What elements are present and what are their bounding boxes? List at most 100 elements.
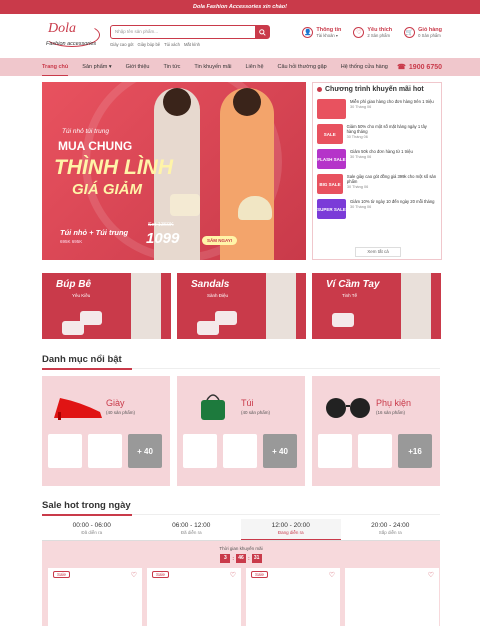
heels-icon — [54, 398, 102, 420]
promo-item[interactable]: FLASH SALE Giảm 50k cho đơn hàng từ 1 tri… — [317, 149, 437, 169]
logo-tagline: Fashion accessories — [46, 41, 97, 47]
category-sub: Sành Điệu — [207, 293, 229, 298]
featured-category-accessories[interactable]: Phụ kiện (16 sản phẩm) +16 — [312, 376, 440, 486]
timer-seconds: 31 — [251, 554, 262, 563]
heart-icon[interactable]: ♡ — [329, 571, 335, 579]
category-sub: Tinh Tế — [342, 293, 358, 298]
search-input[interactable]: Nhập tên sản phẩm... — [110, 25, 270, 39]
product-card[interactable]: Sale ♡ — [147, 568, 241, 628]
promo-item[interactable]: Miễn phí giao hàng cho đơn hàng trên 1 t… — [317, 99, 437, 119]
bag-image — [238, 196, 272, 220]
section-title-featured: Danh mục nổi bật — [42, 354, 122, 365]
sale-time-tabs: 00:00 - 06:00 Đã diễn ra 06:00 - 12:00 Đã … — [42, 519, 440, 541]
model-image — [266, 273, 296, 339]
search-tag[interactable]: Giày búp bê — [138, 42, 161, 47]
category-banners: Búp Bê Yêu Kiều Sandals Sành Điệu Ví Cầm… — [42, 273, 441, 339]
view-all-button[interactable]: Xem tất cả — [355, 247, 401, 257]
nav-item-home[interactable]: Trang chủ — [42, 58, 69, 76]
featured-category-bags[interactable]: Túi (40 sản phẩm) + 40 — [177, 376, 305, 486]
model-image — [131, 273, 161, 339]
tab-status: Đang diễn ra — [277, 530, 304, 535]
promo-date: 30 Tháng 06 — [350, 155, 372, 159]
nav-item-about[interactable]: Giới thiệu — [126, 58, 150, 76]
tab-slot-3[interactable]: 12:00 - 20:00 Đang diễn ra — [241, 519, 341, 540]
promo-item[interactable]: BIG SALE Sale giày cao gót đồng giá 399k … — [317, 174, 437, 194]
announcement-text: Dola Fashion Accessories xin chào! — [193, 4, 287, 10]
nav-item-promotions[interactable]: Tin khuyến mãi — [194, 58, 231, 76]
product-thumb[interactable] — [48, 434, 82, 468]
more-products-button[interactable]: +16 — [398, 434, 432, 468]
hero-banner[interactable]: Túi nhỏ túi trung MUA CHUNG THÌNH LÌNH G… — [42, 82, 306, 260]
product-thumb[interactable] — [318, 434, 352, 468]
category-banner[interactable]: Búp Bê Yêu Kiều — [42, 273, 171, 339]
hotline-number: 1900 6750 — [408, 63, 442, 71]
countdown-timer: Thời gian khuyến mãi 3: 46: 31 — [42, 546, 440, 563]
category-banner[interactable]: Ví Cầm Tay Tinh Tế — [312, 273, 441, 339]
cart-button[interactable]: 🛒 Giỏ hàng 0 Sản phẩm — [404, 27, 442, 38]
search-suggestions: Giày cao gót Giày búp bê Túi xách Mắt kí… — [110, 42, 270, 47]
category-name: Phụ kiện — [376, 398, 412, 408]
category-name: Giày — [106, 398, 125, 408]
more-products-button[interactable]: + 40 — [263, 434, 297, 468]
product-thumb[interactable] — [358, 434, 392, 468]
cart-sub: 0 Sản phẩm — [418, 33, 441, 38]
heart-icon[interactable]: ♡ — [131, 571, 137, 579]
product-thumb[interactable] — [88, 434, 122, 468]
category-name: Ví Cầm Tay — [326, 279, 380, 290]
category-banner[interactable]: Sandals Sành Điệu — [177, 273, 306, 339]
promo-text: Miễn phí giao hàng cho đơn hàng trên 1 t… — [350, 99, 434, 104]
tab-slot-1[interactable]: 00:00 - 06:00 Đã diễn ra — [42, 519, 142, 540]
logo[interactable]: Dola Fashion accessories — [42, 19, 102, 53]
promo-date: 30 Tháng 06 — [350, 105, 372, 109]
tab-slot-4[interactable]: 20:00 - 24:00 Sắp diễn ra — [341, 519, 441, 540]
search-tag[interactable]: Mắt kính — [184, 42, 200, 47]
nav-item-stores[interactable]: Hệ thống cửa hàng — [341, 58, 388, 76]
promo-date: 30 Tháng 06 — [346, 135, 368, 139]
bullet-icon — [317, 87, 322, 92]
nav-item-contact[interactable]: Liên hệ — [245, 58, 263, 76]
promo-text: Giảm 10% từ ngày 10 đến ngày 20 mỗi thán… — [350, 199, 435, 204]
search-tag[interactable]: Túi xách — [164, 42, 180, 47]
search-button[interactable] — [255, 26, 269, 38]
product-card[interactable]: Sale ♡ — [246, 568, 340, 628]
account-button[interactable]: 👤 Thông tin Tài khoản ▾ — [302, 27, 341, 38]
category-name: Búp Bê — [56, 279, 91, 290]
hero-combo: Túi nhỏ + Túi trung — [60, 228, 129, 237]
timer-minutes: 46 — [236, 554, 246, 563]
section-title-sale: Sale hot trong ngày — [42, 500, 131, 511]
search-tag[interactable]: Giày cao gót — [110, 42, 134, 47]
promo-text: Giảm 50% cho một số mặt hàng ngày 1 tây … — [346, 124, 427, 134]
featured-categories: Giày (40 sản phẩm) + 40 Túi (40 sản phẩm… — [42, 376, 440, 486]
nav-item-news[interactable]: Tin tức — [163, 58, 180, 76]
wishlist-button[interactable]: ♡ Yêu thích 2 Sản phẩm — [353, 27, 392, 38]
tab-time: 12:00 - 20:00 — [271, 522, 310, 529]
hero-line2: MUA CHUNG — [58, 139, 133, 153]
category-count: (16 sản phẩm) — [376, 410, 406, 415]
heart-icon[interactable]: ♡ — [428, 571, 434, 579]
promo-item[interactable]: SALE Giảm 50% cho một số mặt hàng ngày 1 … — [317, 124, 437, 144]
timer-hours: 3 — [220, 554, 231, 563]
hero-cta-button[interactable]: SẮM NGAY! — [202, 236, 238, 245]
more-products-button[interactable]: + 40 — [128, 434, 162, 468]
category-sub: Yêu Kiều — [72, 293, 91, 298]
product-card[interactable]: Sale ♡ — [48, 568, 142, 628]
nav-item-products[interactable]: Sản phẩm ▾ — [82, 58, 111, 76]
tab-status: Đã diễn ra — [180, 530, 202, 535]
top-announcement-bar: Dola Fashion Accessories xin chào! — [0, 0, 480, 14]
promo-item[interactable]: SUPER SALE Giảm 10% từ ngày 10 đến ngày 2… — [317, 199, 437, 219]
promo-text: Giảm 50k cho đơn hàng từ 1 triệu — [350, 149, 413, 154]
featured-category-shoes[interactable]: Giày (40 sản phẩm) + 40 — [42, 376, 170, 486]
hotline[interactable]: ☎ 1900 6750 — [397, 58, 442, 76]
product-thumb[interactable] — [223, 434, 257, 468]
bag-image — [170, 194, 200, 216]
tab-slot-2[interactable]: 06:00 - 12:00 Đã diễn ra — [142, 519, 242, 540]
search-icon — [258, 28, 266, 36]
product-card[interactable]: ♡ — [345, 568, 439, 628]
model-image — [401, 273, 431, 339]
heart-icon[interactable]: ♡ — [230, 571, 236, 579]
handbag-icon — [201, 394, 225, 420]
hero-line1: Túi nhỏ túi trung — [62, 128, 109, 135]
tab-time: 00:00 - 06:00 — [72, 522, 111, 529]
product-thumb[interactable] — [183, 434, 217, 468]
nav-item-faq[interactable]: Câu hỏi thường gặp — [278, 58, 327, 76]
